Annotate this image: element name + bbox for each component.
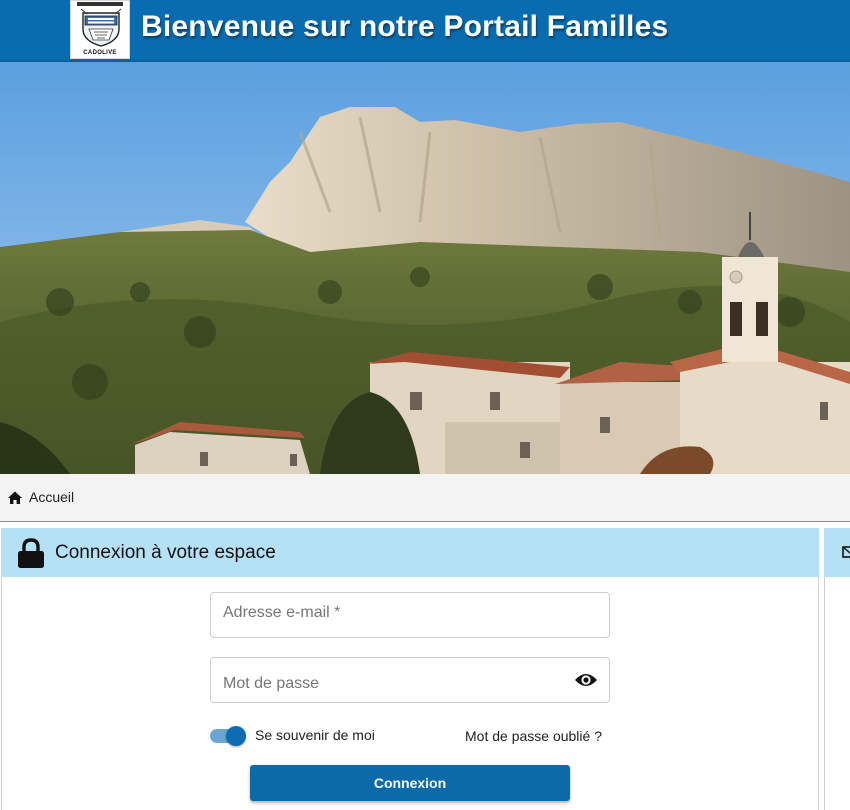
login-button[interactable]: Connexion bbox=[250, 765, 570, 801]
email-input[interactable] bbox=[223, 591, 563, 635]
remember-me-toggle[interactable] bbox=[210, 726, 246, 746]
forgot-password-link[interactable]: Mot de passe oublié ? bbox=[465, 728, 602, 744]
lock-icon bbox=[18, 538, 44, 568]
eye-icon[interactable] bbox=[574, 672, 598, 688]
email-field[interactable] bbox=[210, 591, 610, 638]
breadcrumb-home-link[interactable]: Accueil bbox=[29, 489, 74, 505]
login-panel-title: Connexion à votre espace bbox=[55, 542, 276, 563]
mail-icon bbox=[842, 546, 850, 558]
town-logo[interactable]: CADOLIVE bbox=[70, 0, 130, 59]
toggle-knob bbox=[226, 726, 246, 746]
home-icon[interactable] bbox=[7, 490, 23, 506]
hero-image bbox=[0, 62, 850, 474]
village-photo bbox=[0, 62, 850, 474]
password-input[interactable] bbox=[223, 662, 563, 706]
page-title: Bienvenue sur notre Portail Familles bbox=[141, 10, 669, 43]
logo-text: CADOLIVE bbox=[83, 50, 117, 56]
coat-of-arms-icon bbox=[80, 8, 122, 47]
password-field[interactable] bbox=[210, 657, 610, 706]
remember-me-label[interactable]: Se souvenir de moi bbox=[255, 727, 375, 743]
breadcrumb bbox=[0, 474, 850, 522]
